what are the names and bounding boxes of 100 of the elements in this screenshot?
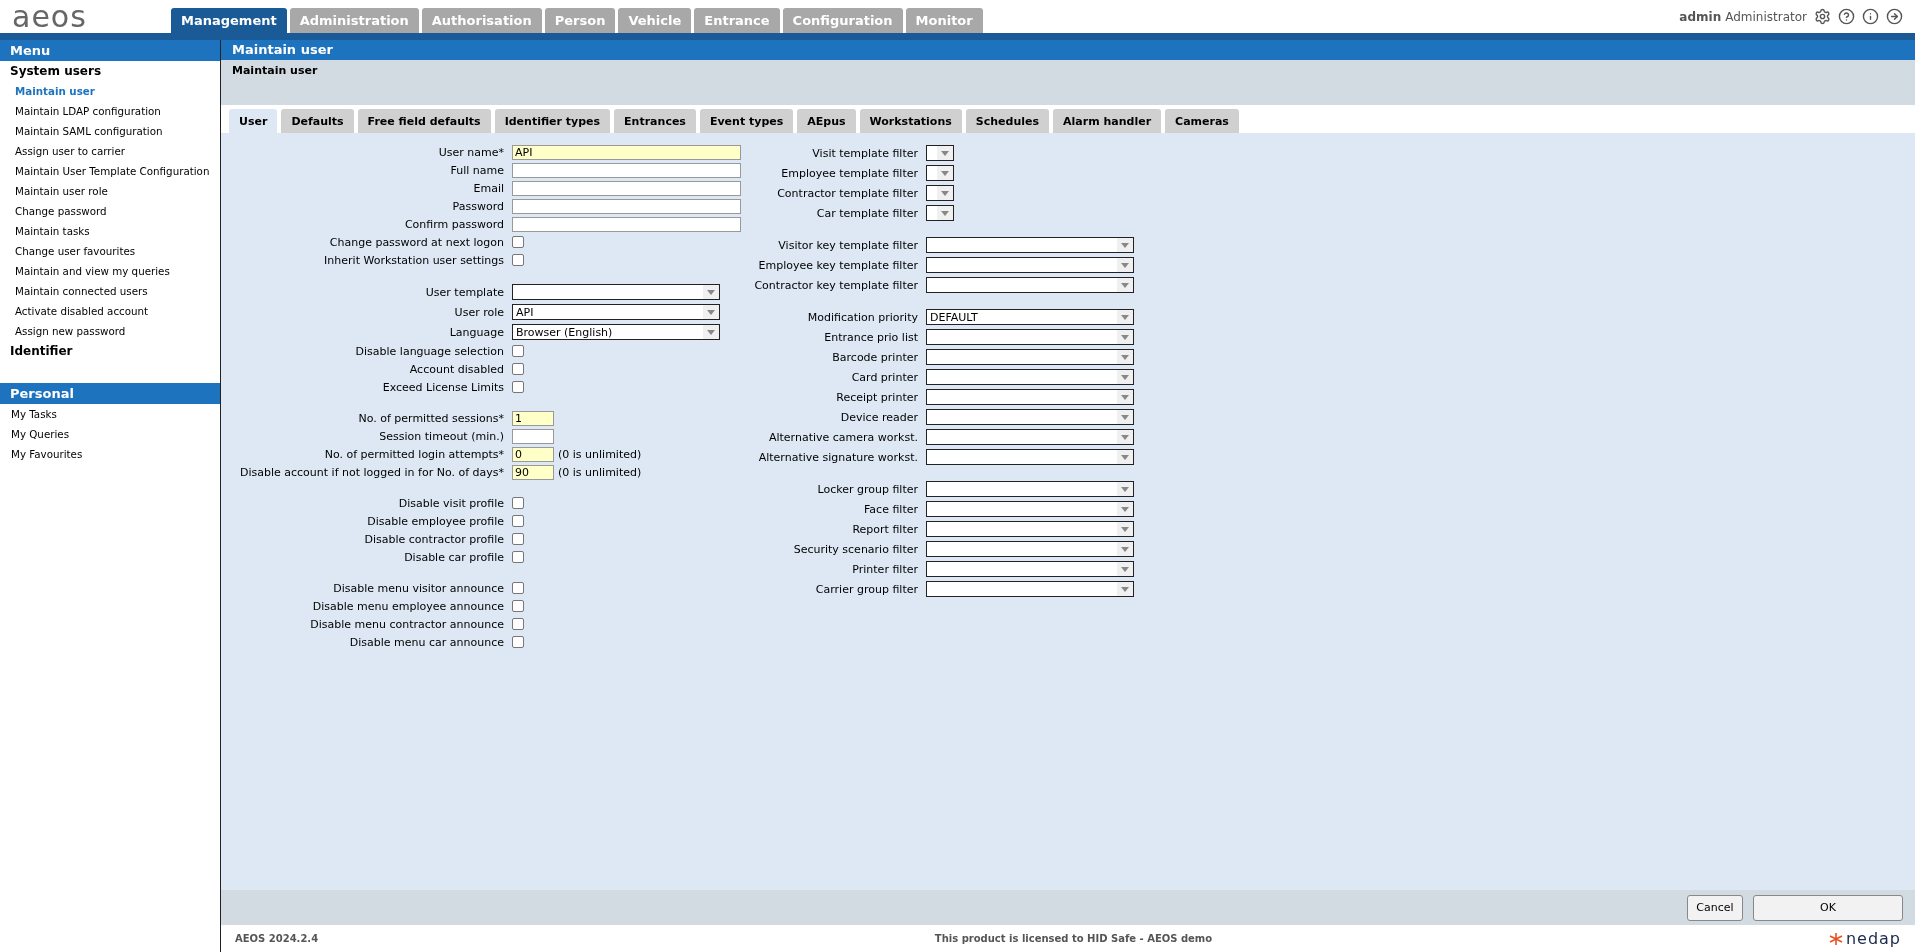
menu-item[interactable]: Maintain user (0, 81, 220, 101)
dropdown-field[interactable] (926, 409, 1134, 425)
tab[interactable]: Free field defaults (357, 109, 491, 133)
checkbox[interactable] (512, 254, 524, 266)
tab[interactable]: AEpus (797, 109, 856, 133)
checkbox[interactable] (512, 551, 524, 563)
dropdown-field[interactable] (926, 329, 1134, 345)
menu-group[interactable]: Identifier (0, 341, 220, 361)
field-label: Receipt printer (835, 390, 919, 404)
menu-item[interactable]: Change user favourites (0, 241, 220, 261)
info-icon[interactable] (1862, 8, 1879, 25)
caret-icon (1117, 562, 1133, 576)
field-label: User template (424, 285, 505, 299)
menu-item[interactable]: Maintain User Template Configuration (0, 161, 220, 181)
caret-icon (1117, 522, 1133, 536)
dropdown-field[interactable] (926, 257, 1134, 273)
dropdown-field[interactable] (926, 561, 1134, 577)
brand-logo: nedap (1845, 929, 1901, 948)
menu-item[interactable]: Maintain user role (0, 181, 220, 201)
text-field[interactable] (512, 162, 741, 178)
action-button[interactable]: Cancel (1687, 894, 1743, 921)
field-label: Barcode printer (831, 350, 919, 364)
checkbox[interactable] (512, 236, 524, 248)
dropdown-field[interactable] (926, 145, 954, 161)
dropdown-field[interactable] (926, 501, 1134, 517)
menu-item[interactable]: My Tasks (0, 404, 220, 424)
number-field[interactable]: 1 (512, 410, 554, 426)
checkbox[interactable] (512, 515, 524, 527)
menu-item[interactable]: Maintain tasks (0, 221, 220, 241)
menu-item[interactable]: Assign user to carrier (0, 141, 220, 161)
dropdown-field[interactable] (926, 369, 1134, 385)
caret-icon (937, 186, 953, 200)
dropdown-field[interactable]: API (512, 304, 720, 320)
menu-header: Personal (0, 383, 220, 404)
dropdown-field[interactable]: DEFAULT (926, 309, 1134, 325)
caret-icon (1117, 278, 1133, 292)
dropdown-field[interactable]: Browser (English) (512, 324, 720, 340)
checkbox[interactable] (512, 533, 524, 545)
text-field[interactable] (512, 180, 741, 196)
tab[interactable]: Alarm handler (1053, 109, 1162, 133)
menu-item[interactable]: My Favourites (0, 444, 220, 464)
caret-icon (1117, 258, 1133, 272)
user-name: admin (1679, 9, 1722, 24)
dropdown-field[interactable] (926, 581, 1134, 597)
settings-icon[interactable] (1814, 8, 1831, 25)
dropdown-field[interactable] (926, 429, 1134, 445)
menu-item[interactable]: Maintain SAML configuration (0, 121, 220, 141)
field-label: Modification priority (806, 310, 919, 324)
text-field[interactable] (512, 216, 741, 232)
checkbox[interactable] (512, 582, 524, 594)
caret-icon (1117, 370, 1133, 384)
dropdown-field[interactable] (926, 521, 1134, 537)
checkbox[interactable] (512, 497, 524, 509)
dropdown-field[interactable] (926, 185, 954, 201)
number-field[interactable] (512, 428, 554, 444)
checkbox[interactable] (512, 636, 524, 648)
menu-item[interactable]: Maintain LDAP configuration (0, 101, 220, 121)
tab[interactable]: Workstations (859, 109, 962, 133)
menu-group[interactable]: System users (0, 61, 220, 81)
number-field[interactable]: 90 (512, 464, 554, 480)
checkbox[interactable] (512, 381, 524, 393)
menu-item[interactable]: Assign new password (0, 321, 220, 341)
field-label: Disable menu visitor announce (332, 581, 505, 595)
dropdown-field[interactable] (926, 237, 1134, 253)
field-label: Report filter (851, 522, 919, 536)
field-label: Change password at next logon (328, 235, 505, 249)
tab[interactable]: Schedules (965, 109, 1049, 133)
menu-item[interactable]: Maintain and view my queries (0, 261, 220, 281)
tab[interactable]: User (229, 109, 278, 133)
field-label: No. of permitted login attempts* (323, 447, 505, 461)
number-field[interactable]: 0 (512, 446, 554, 462)
menu-item[interactable]: Change password (0, 201, 220, 221)
text-field[interactable] (512, 198, 741, 214)
help-icon[interactable] (1838, 8, 1855, 25)
menu-item[interactable]: Maintain connected users (0, 281, 220, 301)
tab[interactable]: Entrances (614, 109, 696, 133)
checkbox[interactable] (512, 363, 524, 375)
dropdown-field[interactable] (926, 389, 1134, 405)
tab[interactable]: Cameras (1165, 109, 1239, 133)
menu-item[interactable]: Activate disabled account (0, 301, 220, 321)
menu-item[interactable]: My Queries (0, 424, 220, 444)
dropdown-field[interactable] (926, 541, 1134, 557)
tab[interactable]: Defaults (281, 109, 354, 133)
tab[interactable]: Event types (699, 109, 794, 133)
text-field[interactable]: API (512, 144, 741, 160)
checkbox[interactable] (512, 345, 524, 357)
dropdown-field[interactable] (926, 205, 954, 221)
dropdown-field[interactable] (926, 449, 1134, 465)
dropdown-field[interactable] (926, 165, 954, 181)
dropdown-field[interactable] (926, 349, 1134, 365)
module-tab[interactable]: Management (171, 8, 287, 33)
checkbox[interactable] (512, 600, 524, 612)
tab[interactable]: Identifier types (494, 109, 611, 133)
checkbox[interactable] (512, 618, 524, 630)
dropdown-field[interactable] (926, 277, 1134, 293)
caret-icon (1117, 450, 1133, 464)
action-button[interactable]: OK (1753, 894, 1903, 921)
field-label: Car template filter (815, 206, 919, 220)
dropdown-field[interactable] (512, 284, 720, 300)
dropdown-field[interactable] (926, 481, 1134, 497)
